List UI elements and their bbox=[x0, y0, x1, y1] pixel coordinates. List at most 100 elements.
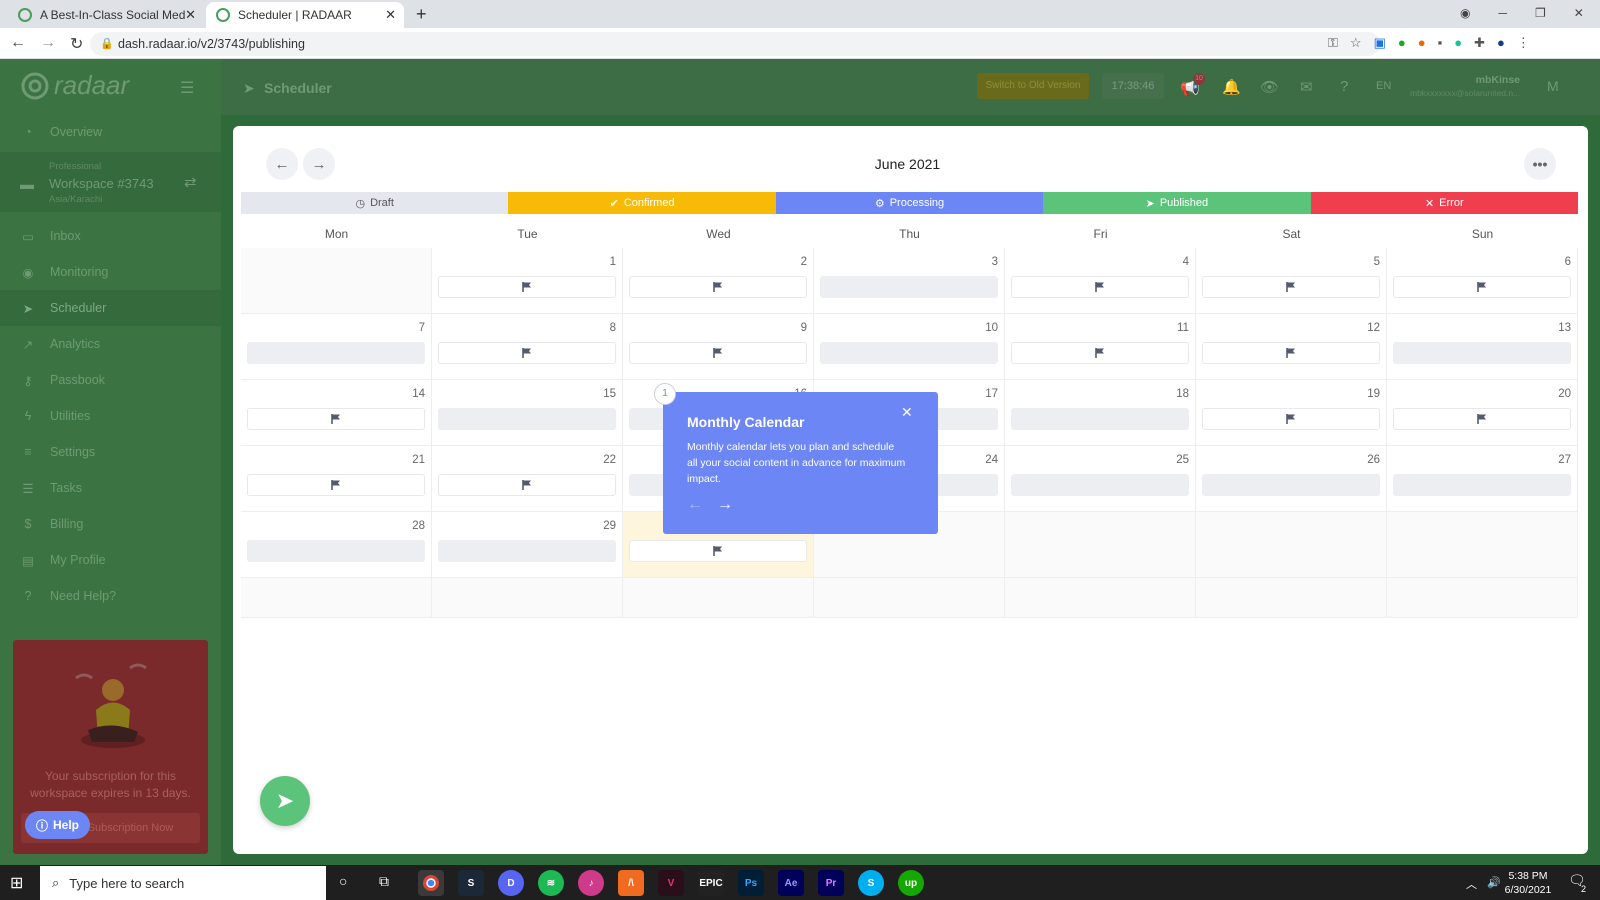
day-flag-slot[interactable] bbox=[1202, 342, 1380, 364]
day-empty-slot[interactable] bbox=[247, 540, 425, 562]
calendar-day-cell[interactable]: 27 bbox=[1387, 446, 1578, 512]
sidebar-item-overview[interactable]: ◔ Overview bbox=[0, 114, 221, 150]
chevron-up-icon[interactable]: ︿ bbox=[1466, 876, 1477, 892]
day-empty-slot[interactable] bbox=[820, 342, 998, 364]
day-flag-slot[interactable] bbox=[438, 342, 616, 364]
day-flag-slot[interactable] bbox=[1202, 276, 1380, 298]
puzzle-icon[interactable]: ✚ bbox=[1474, 35, 1485, 51]
day-flag-slot[interactable] bbox=[629, 540, 807, 562]
extension-icon[interactable]: ● bbox=[1398, 35, 1406, 51]
help-button[interactable]: ⓘ Help bbox=[25, 811, 90, 839]
sidebar-item-passbook[interactable]: ⚷ Passbook bbox=[0, 362, 221, 398]
close-icon[interactable]: ✕ bbox=[901, 404, 913, 421]
sidebar-item-analytics[interactable]: ↗ Analytics bbox=[0, 326, 221, 362]
day-flag-slot[interactable] bbox=[629, 276, 807, 298]
itunes-taskbar-icon[interactable]: ♪ bbox=[578, 870, 604, 896]
taskbar-search-input[interactable]: ⌕ Type here to search bbox=[40, 866, 326, 900]
day-empty-slot[interactable] bbox=[1202, 474, 1380, 496]
day-empty-slot[interactable] bbox=[247, 342, 425, 364]
prev-month-button[interactable]: ← bbox=[266, 148, 298, 180]
profile-dropdown-icon[interactable]: ◉ bbox=[1460, 6, 1470, 20]
restore-icon[interactable]: ❐ bbox=[1535, 6, 1546, 20]
new-post-fab[interactable]: ➤ bbox=[260, 776, 310, 826]
calendar-day-cell[interactable]: 22 bbox=[432, 446, 623, 512]
photoshop-taskbar-icon[interactable]: Ps bbox=[738, 870, 764, 896]
close-tab-icon[interactable]: ✕ bbox=[185, 7, 196, 23]
legend-confirmed[interactable]: ✔ Confirmed bbox=[508, 192, 776, 214]
legend-processing[interactable]: ⚙ Processing bbox=[775, 192, 1044, 214]
question-icon[interactable]: ? bbox=[1340, 78, 1348, 95]
calendar-day-cell[interactable]: 6 bbox=[1387, 248, 1578, 314]
radaar-logo[interactable]: radaar bbox=[20, 70, 129, 101]
legend-published[interactable]: ➤ Published bbox=[1043, 192, 1311, 214]
forward-icon[interactable]: → bbox=[40, 34, 56, 54]
new-tab-button[interactable]: + bbox=[416, 4, 427, 25]
calendar-day-cell[interactable]: 11 bbox=[1005, 314, 1196, 380]
day-flag-slot[interactable] bbox=[1393, 408, 1571, 430]
calendar-day-cell[interactable]: 10 bbox=[814, 314, 1005, 380]
windows-start-icon[interactable]: ⊞ bbox=[10, 873, 23, 893]
volume-icon[interactable]: 🔊 bbox=[1487, 876, 1501, 892]
day-empty-slot[interactable] bbox=[1011, 408, 1189, 430]
day-flag-slot[interactable] bbox=[629, 342, 807, 364]
calendar-day-cell[interactable]: 7 bbox=[241, 314, 432, 380]
sidebar-item-inbox[interactable]: ▭ Inbox bbox=[0, 218, 221, 254]
calendar-day-cell[interactable]: 1 bbox=[432, 248, 623, 314]
sidebar-item-tasks[interactable]: ☰ Tasks bbox=[0, 470, 221, 506]
url-bar[interactable]: 🔒 dash.radaar.io/v2/3743/publishing bbox=[90, 32, 1380, 56]
steam-taskbar-icon[interactable]: S bbox=[458, 870, 484, 896]
sidebar-item-monitoring[interactable]: ◉ Monitoring bbox=[0, 254, 221, 290]
epic-games-taskbar-icon[interactable]: EPIC bbox=[698, 870, 724, 896]
switch-old-version-button[interactable]: Switch to Old Version bbox=[977, 73, 1089, 99]
calendar-day-cell[interactable]: 20 bbox=[1387, 380, 1578, 446]
vectorworks-taskbar-icon[interactable]: V bbox=[658, 870, 684, 896]
extension-icon[interactable]: ● bbox=[1418, 35, 1426, 51]
premiere-taskbar-icon[interactable]: Pr bbox=[818, 870, 844, 896]
day-empty-slot[interactable] bbox=[438, 408, 616, 430]
browser-tab-active[interactable]: Scheduler | RADAAR ✕ bbox=[206, 2, 404, 28]
browser-tab-inactive[interactable]: A Best-In-Class Social Media Ma ✕ bbox=[8, 2, 204, 28]
task-view-icon[interactable]: ⧉ bbox=[379, 873, 389, 890]
day-flag-slot[interactable] bbox=[1011, 276, 1189, 298]
legend-draft[interactable]: ◷ Draft bbox=[241, 192, 509, 214]
calendar-day-cell[interactable]: 25 bbox=[1005, 446, 1196, 512]
key-icon[interactable]: ⚿ bbox=[1328, 35, 1338, 51]
calendar-day-cell[interactable]: 18 bbox=[1005, 380, 1196, 446]
day-flag-slot[interactable] bbox=[1393, 276, 1571, 298]
sidebar-item-need-help[interactable]: ? Need Help? bbox=[0, 578, 221, 614]
day-empty-slot[interactable] bbox=[820, 276, 998, 298]
day-empty-slot[interactable] bbox=[438, 540, 616, 562]
day-flag-slot[interactable] bbox=[1202, 408, 1380, 430]
reload-icon[interactable]: ↻ bbox=[70, 34, 83, 54]
sidebar-item-scheduler[interactable]: ➤ Scheduler bbox=[0, 290, 221, 326]
day-flag-slot[interactable] bbox=[438, 474, 616, 496]
chrome-taskbar-icon[interactable] bbox=[418, 870, 444, 896]
hamburger-menu-icon[interactable]: ☰ bbox=[180, 78, 194, 98]
day-empty-slot[interactable] bbox=[1393, 342, 1571, 364]
calendar-day-cell[interactable]: 13 bbox=[1387, 314, 1578, 380]
calendar-day-cell[interactable]: 21 bbox=[241, 446, 432, 512]
day-flag-slot[interactable] bbox=[1011, 342, 1189, 364]
calendar-day-cell[interactable]: 3 bbox=[814, 248, 1005, 314]
sidebar-item-my-profile[interactable]: ▤ My Profile bbox=[0, 542, 221, 578]
back-icon[interactable]: ← bbox=[10, 34, 26, 54]
sidebar-item-utilities[interactable]: ϟ Utilities bbox=[0, 398, 221, 434]
day-flag-slot[interactable] bbox=[247, 474, 425, 496]
bell-icon[interactable]: 🔔 bbox=[1222, 78, 1241, 96]
calendar-day-cell[interactable]: 26 bbox=[1196, 446, 1387, 512]
minimize-icon[interactable]: ─ bbox=[1498, 6, 1507, 20]
profile-avatar-icon[interactable]: ● bbox=[1497, 35, 1505, 51]
extension-icon[interactable]: ▪ bbox=[1438, 35, 1443, 51]
day-empty-slot[interactable] bbox=[1011, 474, 1189, 496]
avatar[interactable]: M bbox=[1547, 78, 1559, 94]
cortana-icon[interactable]: ○ bbox=[339, 873, 347, 889]
menu-icon[interactable]: ⋮ bbox=[1517, 35, 1530, 51]
tour-next-icon[interactable]: → bbox=[717, 496, 733, 514]
calendar-day-cell[interactable]: 19 bbox=[1196, 380, 1387, 446]
app-taskbar-icon[interactable]: /\ bbox=[618, 870, 644, 896]
close-window-icon[interactable]: ✕ bbox=[1574, 6, 1584, 20]
calendar-day-cell[interactable]: 29 bbox=[432, 512, 623, 578]
calendar-day-cell[interactable]: 14 bbox=[241, 380, 432, 446]
next-month-button[interactable]: → bbox=[303, 148, 335, 180]
envelope-icon[interactable]: ✉ bbox=[1300, 78, 1313, 96]
